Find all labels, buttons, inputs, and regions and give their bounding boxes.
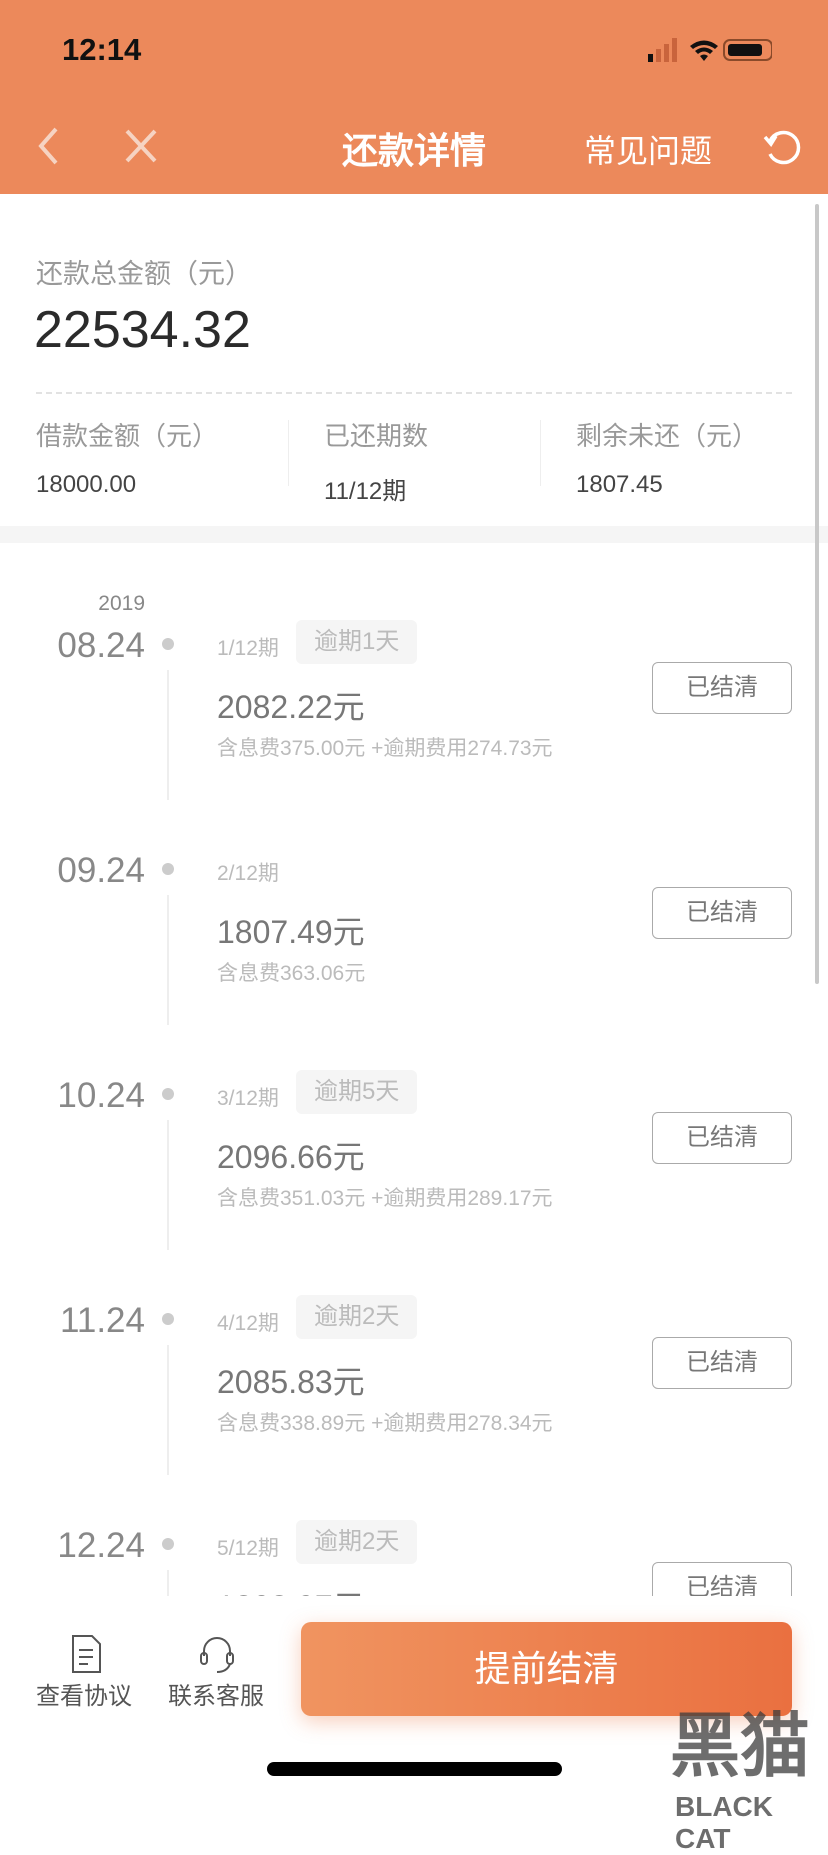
list-item: 09.24 2/12期 1807.49元含息费363.06元 已结清	[0, 825, 828, 1050]
timeline-line	[167, 895, 169, 1025]
timeline-line	[167, 1345, 169, 1475]
entry-amount: 1807.49元	[217, 914, 365, 950]
entry-period: 3/12期	[217, 1087, 279, 1110]
entry-fee: 含息费363.06元	[217, 962, 366, 985]
home-indicator[interactable]	[267, 1762, 562, 1776]
header: 12:14 还款详情 常见问题	[0, 0, 828, 194]
timeline-line	[167, 670, 169, 800]
entry-date: 12.24	[57, 1526, 145, 1565]
entry-amount: 2085.83元	[217, 1364, 365, 1400]
entry-year: 2019	[98, 592, 145, 615]
overdue-badge: 逾期5天	[296, 1070, 418, 1114]
stat-value: 11/12期	[324, 478, 407, 505]
watermark-logo: 黑猫 BLACK CAT	[670, 1707, 810, 1854]
status-time: 12:14	[62, 32, 142, 67]
entry-period: 1/12期	[217, 637, 279, 660]
status-icons	[648, 38, 772, 62]
entry-amount: 2096.66元	[217, 1139, 365, 1175]
stat-label: 已还期数	[324, 421, 429, 451]
document-icon[interactable]	[68, 1634, 108, 1674]
entry-fee: 含息费375.00元 +逾期费用274.73元	[217, 737, 553, 760]
timeline-line	[167, 1120, 169, 1250]
timeline-dot	[162, 638, 174, 650]
contact-service-button[interactable]: 联系客服	[168, 1676, 264, 1711]
list-item: 11.24 4/12期 逾期2天 2085.83元含息费338.89元 +逾期费用2…	[0, 1275, 828, 1500]
entry-fee: 含息费351.03元 +逾期费用289.17元	[217, 1187, 553, 1210]
total-value: 22534.32	[34, 301, 251, 359]
entry-date: 09.24	[57, 851, 145, 890]
stat-remaining: 剩余未还（元） 1807.45	[576, 416, 758, 499]
settled-button[interactable]: 已结清	[652, 1112, 792, 1164]
view-agreement-button[interactable]: 查看协议	[36, 1676, 132, 1711]
list-item: 2019 08.24 1/12期 逾期1天 2082.22元含息费375.00元 +逾…	[0, 592, 828, 825]
overdue-badge: 逾期2天	[296, 1520, 418, 1564]
stat-label: 借款金额（元）	[36, 421, 219, 451]
stat-paid-periods: 已还期数 11/12期	[324, 416, 428, 506]
stat-value: 1807.45	[576, 471, 663, 498]
timeline-dot	[162, 863, 174, 875]
entry-date: 10.24	[57, 1076, 145, 1115]
settled-button[interactable]: 已结清	[652, 887, 792, 939]
headset-icon[interactable]	[197, 1634, 237, 1674]
entry-period: 2/12期	[217, 862, 279, 885]
divider	[540, 420, 541, 486]
total-label: 还款总金额（元）	[36, 259, 252, 289]
divider	[288, 420, 289, 486]
stat-value: 18000.00	[36, 471, 137, 498]
overdue-badge: 逾期2天	[296, 1295, 418, 1339]
overdue-badge: 逾期1天	[296, 620, 418, 664]
divider	[36, 392, 792, 394]
list-item: 10.24 3/12期 逾期5天 2096.66元含息费351.03元 +逾期费用2…	[0, 1050, 828, 1275]
stat-loan: 借款金额（元） 18000.00	[36, 416, 218, 499]
timeline-dot	[162, 1088, 174, 1100]
entry-period: 4/12期	[217, 1312, 279, 1335]
entry-fee: 含息费338.89元 +逾期费用278.34元	[217, 1412, 553, 1435]
stat-label: 剩余未还（元）	[576, 421, 759, 451]
entry-date: 11.24	[60, 1301, 145, 1340]
entry-amount: 2082.22元	[217, 689, 365, 725]
timeline-dot	[162, 1538, 174, 1550]
entry-period: 5/12期	[217, 1537, 279, 1560]
section-separator	[0, 526, 828, 543]
entry-date: 08.24	[57, 626, 145, 665]
refresh-icon[interactable]	[762, 127, 802, 167]
settled-button[interactable]: 已结清	[652, 1337, 792, 1389]
timeline-dot	[162, 1313, 174, 1325]
settled-button[interactable]: 已结清	[652, 662, 792, 714]
faq-link[interactable]: 常见问题	[584, 126, 712, 172]
